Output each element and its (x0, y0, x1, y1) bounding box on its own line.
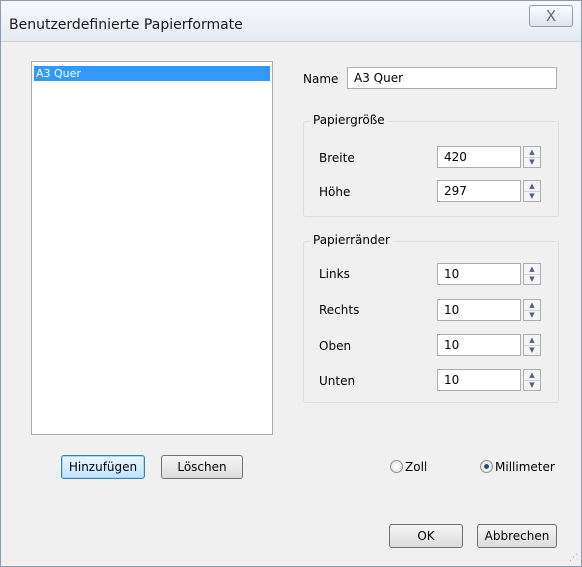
millimeter-label[interactable]: Millimeter (495, 460, 555, 474)
right-margin-label: Rechts (319, 303, 360, 317)
height-label: Höhe (319, 185, 351, 199)
left-margin-field[interactable]: 10 (437, 263, 521, 285)
spin-down-icon[interactable]: ▼ (524, 310, 540, 320)
top-margin-stepper[interactable]: ▲ ▼ (523, 334, 541, 356)
paper-format-list[interactable]: A3 Quer (31, 61, 273, 435)
list-item-label: A3 Quer (36, 67, 81, 80)
bottom-margin-field[interactable]: 10 (437, 369, 521, 391)
close-button[interactable]: X (529, 5, 573, 27)
bottom-margin-label: Unten (319, 374, 356, 388)
spin-down-icon[interactable]: ▼ (524, 157, 540, 167)
height-field[interactable]: 297 (437, 180, 521, 202)
name-field[interactable]: A3 Quer (347, 67, 557, 89)
title-bar: Benutzerdefinierte Papierformate X (1, 1, 581, 42)
width-label: Breite (319, 151, 355, 165)
left-margin-stepper[interactable]: ▲ ▼ (523, 263, 541, 285)
margins-title: Papierränder (310, 233, 393, 247)
bottom-margin-stepper[interactable]: ▲ ▼ (523, 369, 541, 391)
name-label: Name (303, 72, 339, 86)
resize-grip-icon[interactable]: ⋰ (569, 554, 578, 563)
close-icon: X (545, 7, 557, 25)
spin-down-icon[interactable]: ▼ (524, 274, 540, 284)
top-margin-field[interactable]: 10 (437, 334, 521, 356)
cancel-button[interactable]: Abbrechen (477, 524, 557, 548)
paper-size-title: Papiergröße (310, 113, 388, 127)
spin-down-icon[interactable]: ▼ (524, 191, 540, 201)
ok-button[interactable]: OK (389, 524, 463, 548)
spin-down-icon[interactable]: ▼ (524, 345, 540, 355)
spin-down-icon[interactable]: ▼ (524, 380, 540, 390)
right-margin-stepper[interactable]: ▲ ▼ (523, 299, 541, 321)
window-title: Benutzerdefinierte Papierformate (9, 17, 243, 33)
dialog-window: Benutzerdefinierte Papierformate X A3 Qu… (0, 0, 582, 567)
left-margin-label: Links (319, 267, 350, 281)
top-margin-label: Oben (319, 339, 352, 353)
paper-size-group: Papiergröße (303, 113, 559, 217)
right-margin-field[interactable]: 10 (437, 299, 521, 321)
inch-label[interactable]: Zoll (405, 460, 427, 474)
height-stepper[interactable]: ▲ ▼ (523, 180, 541, 202)
add-button[interactable]: Hinzufügen (61, 455, 145, 479)
list-item[interactable]: A3 Quer (34, 66, 270, 81)
width-field[interactable]: 420 (437, 146, 521, 168)
millimeter-radio[interactable] (480, 460, 493, 473)
inch-radio[interactable] (390, 460, 403, 473)
width-stepper[interactable]: ▲ ▼ (523, 146, 541, 168)
delete-button[interactable]: Löschen (161, 455, 243, 479)
